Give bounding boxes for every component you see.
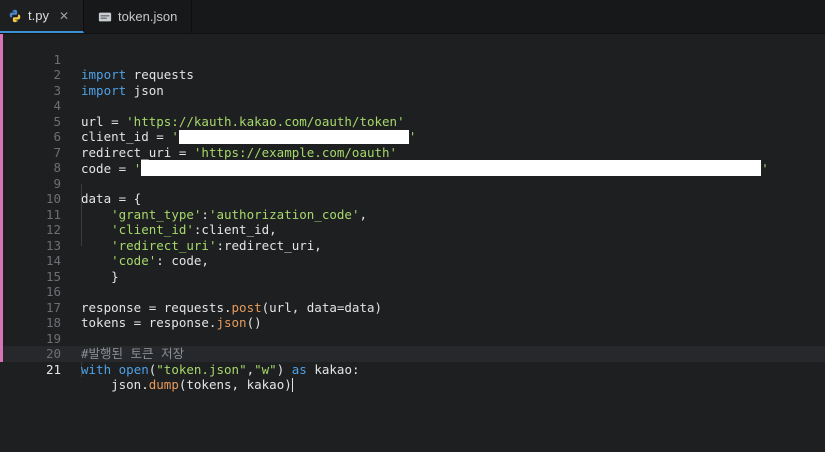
code-line: 7 code = ' '	[0, 129, 825, 176]
close-icon[interactable]: ✕	[59, 9, 69, 23]
code-editor[interactable]: 1 import requests 2 import json 3 4 url …	[0, 34, 825, 452]
line-number: 21	[45, 361, 61, 377]
code-line: 14 }	[0, 238, 825, 284]
tab-label: token.json	[118, 9, 178, 24]
python-icon	[9, 9, 21, 22]
code-line: 6 redirect_uri = 'https://example.com/oa…	[0, 114, 825, 160]
text-cursor	[291, 378, 293, 392]
code-line: 1 import requests	[0, 36, 825, 83]
code-line: 18	[0, 300, 825, 330]
code-line: 11 'client_id':client_id,	[0, 191, 825, 238]
code-line: 8	[0, 145, 825, 175]
code-line: 9 data = {	[0, 160, 825, 207]
code-line: 19 #발행된 토큰 저장	[0, 315, 825, 362]
code-line: 5 client_id = ' '	[0, 98, 825, 144]
tab-token-json[interactable]: token.json	[84, 0, 193, 33]
tab-t-py[interactable]: t.py ✕	[0, 0, 85, 33]
code-line: 16 response = requests.post(url, data=da…	[0, 269, 825, 315]
code-line: 10 'grant_type':'authorization_code',	[0, 176, 825, 222]
tab-bar: t.py ✕ token.json	[0, 0, 825, 34]
json-file-icon	[98, 12, 112, 21]
code-line: 17 tokens = response.json()	[0, 284, 825, 331]
tab-label: t.py	[28, 8, 49, 23]
code-line: 13 'code': code,	[0, 222, 825, 269]
code-line: 4 url = 'https://kauth.kakao.com/oauth/t…	[0, 83, 825, 129]
code-line: 12 'redirect_uri':redirect_uri,	[0, 207, 825, 253]
code-line: 15	[0, 253, 825, 284]
code-line: 3	[0, 67, 825, 98]
code-line: 20 with open("token.json","w") as kakao:	[0, 331, 825, 377]
code-line-current: 21 json.dump(tokens, kakao)	[0, 346, 825, 392]
code-line: 2 import json	[0, 52, 825, 98]
